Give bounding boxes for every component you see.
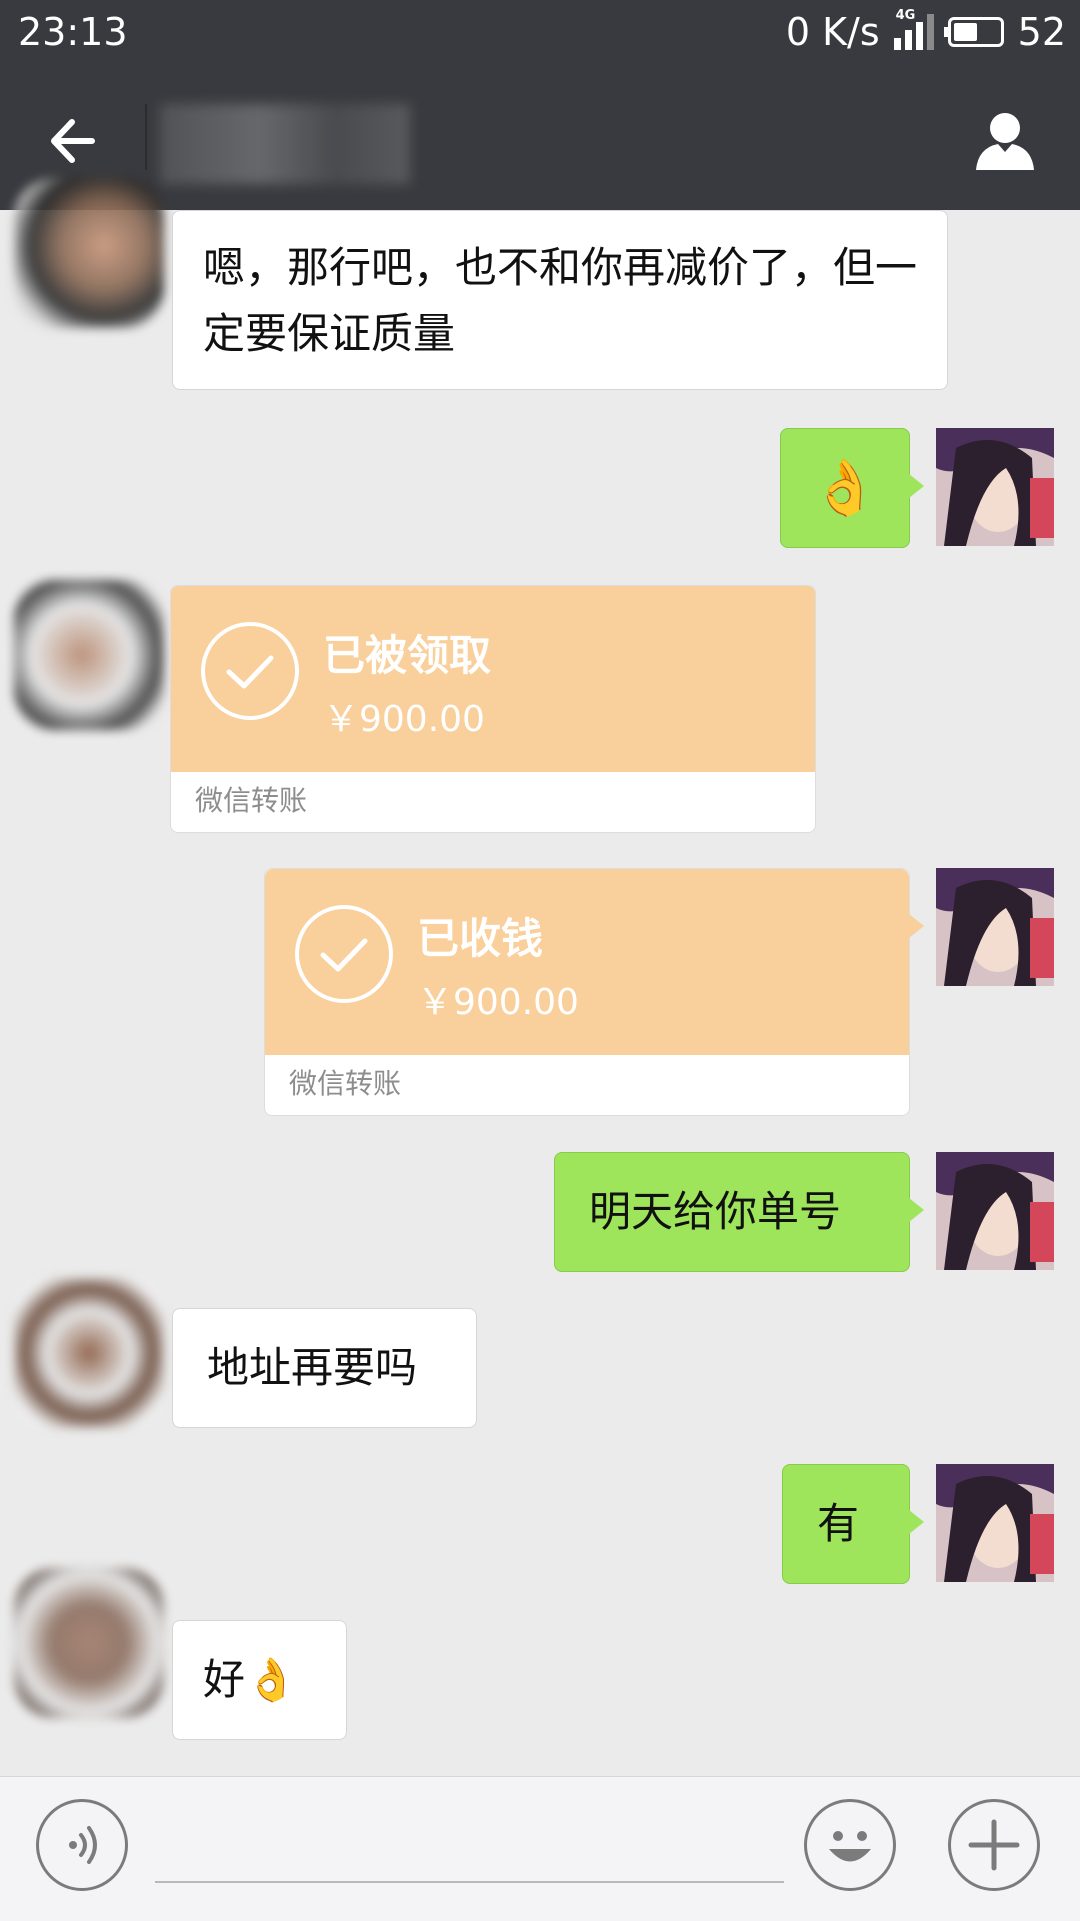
- transfer-footer: 微信转账: [289, 1067, 402, 1100]
- voice-icon: [69, 1826, 97, 1864]
- voice-button[interactable]: [36, 1799, 128, 1891]
- message-text: 嗯，那行吧，也不和你再减价了，但一定要保证质量: [203, 243, 918, 358]
- net-speed: 0 K/s: [785, 10, 880, 54]
- battery-icon: [943, 17, 1004, 47]
- back-button[interactable]: [40, 106, 110, 176]
- user-avatar[interactable]: [936, 428, 1054, 546]
- more-button[interactable]: [948, 1799, 1040, 1891]
- contact-avatar[interactable]: [14, 580, 164, 730]
- message-text: 有: [817, 1499, 860, 1548]
- input-bar: [0, 1776, 1080, 1921]
- transfer-amount: ￥900.00: [417, 982, 579, 1023]
- message-bubble-sent[interactable]: 明天给你单号: [554, 1152, 924, 1272]
- profile-button[interactable]: [970, 104, 1040, 174]
- emoji-button[interactable]: [804, 1799, 896, 1891]
- header-divider: [145, 104, 147, 170]
- user-avatar-image: [936, 428, 1054, 546]
- user-avatar-image: [936, 1152, 1054, 1270]
- signal-icon: 4G: [893, 8, 934, 50]
- message-text: 地址再要吗: [207, 1343, 418, 1392]
- transfer-status: 已被领取: [323, 631, 492, 680]
- contact-avatar[interactable]: [14, 178, 164, 328]
- check-circle-icon: [295, 905, 393, 1003]
- transfer-card-body: 已被领取 ￥900.00: [171, 586, 815, 772]
- person-icon: [976, 113, 1034, 170]
- status-time: 23:13: [18, 10, 128, 54]
- smiley-icon: [829, 1831, 871, 1862]
- transfer-card-body: 已收钱 ￥900.00: [265, 869, 909, 1055]
- network-type: 4G: [895, 8, 916, 23]
- status-indicators: 0 K/s 4G 52: [785, 8, 1066, 54]
- transfer-card-received[interactable]: 已被领取 ￥900.00 微信转账: [170, 585, 816, 833]
- contact-name-redacted: [160, 104, 410, 184]
- plus-icon: [968, 1819, 1020, 1871]
- arrow-left-icon: [51, 119, 95, 163]
- user-avatar-image: [936, 868, 1054, 986]
- status-bar: 23:13 0 K/s 4G 52: [0, 0, 1080, 64]
- message-bubble-received[interactable]: 嗯，那行吧，也不和你再减价了，但一定要保证质量: [172, 210, 948, 390]
- message-bubble-received[interactable]: 地址再要吗: [172, 1308, 477, 1428]
- user-avatar[interactable]: [936, 1152, 1054, 1270]
- chat-header: [0, 64, 1080, 210]
- message-bubble-sent[interactable]: 有: [782, 1464, 924, 1584]
- user-avatar[interactable]: [936, 868, 1054, 986]
- emoji-ok: 👌: [245, 1655, 298, 1704]
- transfer-card-sent[interactable]: 已收钱 ￥900.00 微信转账: [264, 868, 924, 1116]
- battery-level: 52: [1017, 10, 1066, 54]
- transfer-amount: ￥900.00: [323, 699, 485, 740]
- contact-avatar[interactable]: [14, 1568, 164, 1718]
- contact-avatar[interactable]: [14, 1278, 164, 1428]
- transfer-status: 已收钱: [417, 914, 544, 963]
- message-bubble-received[interactable]: 好👌: [172, 1620, 347, 1740]
- message-input[interactable]: [155, 1797, 784, 1883]
- emoji-ok: 👌: [811, 456, 879, 519]
- message-bubble-sent[interactable]: 👌: [780, 428, 924, 548]
- message-text: 明天给你单号: [589, 1187, 842, 1236]
- user-avatar[interactable]: [936, 1464, 1054, 1582]
- check-circle-icon: [201, 622, 299, 720]
- transfer-footer: 微信转账: [195, 784, 308, 817]
- user-avatar-image: [936, 1464, 1054, 1582]
- message-text: 好: [203, 1655, 246, 1704]
